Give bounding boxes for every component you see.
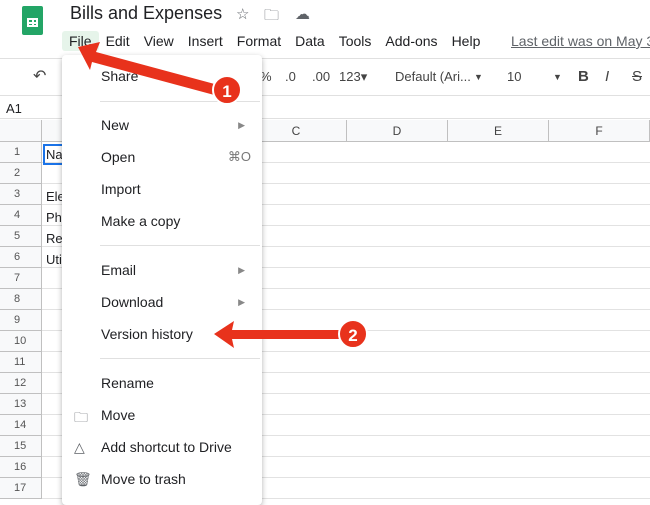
arrow-2 — [214, 321, 345, 348]
annotation-badge-2: 2 — [338, 319, 368, 349]
annotation-badge-1: 1 — [212, 75, 242, 105]
annotation-arrows — [78, 42, 345, 348]
arrow-1 — [78, 42, 222, 96]
